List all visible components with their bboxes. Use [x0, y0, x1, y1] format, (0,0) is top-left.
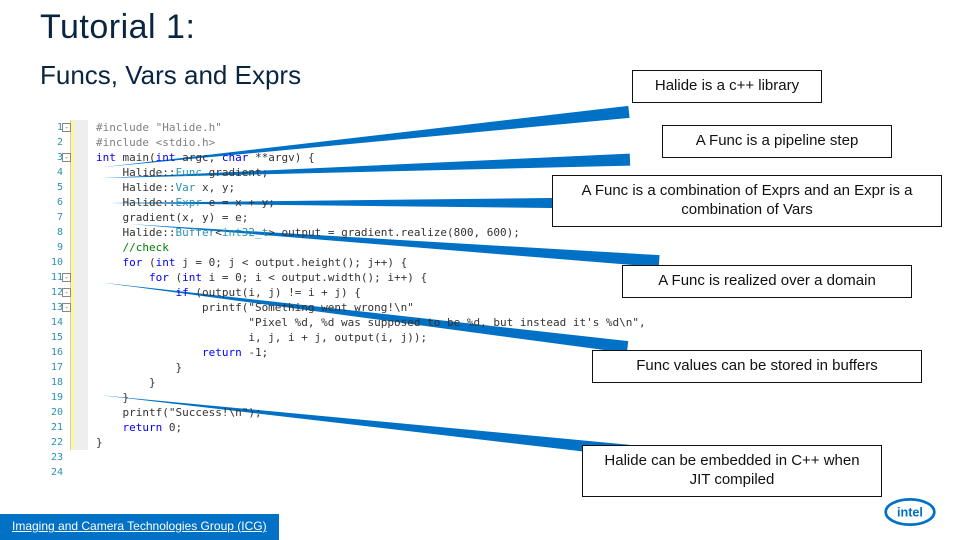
code-line: Halide::Func gradient; — [71, 165, 600, 180]
line-number: 11 — [41, 270, 63, 285]
code-line: int main(int argc, char **argv) { — [71, 150, 600, 165]
slide-subtitle: Funcs, Vars and Exprs — [40, 60, 301, 91]
code-line: printf("Success!\n"); — [71, 405, 600, 420]
code-line: "Pixel %d, %d was supposed to be %d, but… — [71, 315, 600, 330]
intel-logo-icon: intel — [882, 494, 938, 530]
code-line: Halide::Var x, y; — [71, 180, 600, 195]
code-line: return 0; — [71, 420, 600, 435]
code-line: } — [71, 360, 600, 375]
callout-library: Halide is a c++ library — [632, 70, 822, 103]
code-line: } — [71, 390, 600, 405]
code-line: } — [71, 435, 600, 450]
line-number: 4 — [41, 165, 63, 180]
code-line: #include "Halide.h" — [71, 120, 600, 135]
fold-icon[interactable]: - — [62, 273, 71, 282]
line-number: 18 — [41, 375, 63, 390]
callout-func-expr: A Func is a combination of Exprs and an … — [552, 175, 942, 227]
line-number: 5 — [41, 180, 63, 195]
line-number: 16 — [41, 345, 63, 360]
code-lines: #include "Halide.h"-#include <stdio.h>in… — [71, 120, 600, 450]
callout-buffers: Func values can be stored in buffers — [592, 350, 922, 383]
code-block: 123456789101112131415161718192021222324 … — [70, 120, 600, 450]
line-number: 23 — [41, 450, 63, 465]
fold-icon[interactable]: - — [62, 288, 71, 297]
code-line: for (int i = 0; i < output.width(); i++)… — [71, 270, 600, 285]
line-number: 8 — [41, 225, 63, 240]
line-number: 15 — [41, 330, 63, 345]
fold-icon[interactable]: - — [62, 153, 71, 162]
line-number: 9 — [41, 240, 63, 255]
callout-embed: Halide can be embedded in C++ when JIT c… — [582, 445, 882, 497]
fold-icon[interactable]: - — [62, 303, 71, 312]
code-line: i, j, i + j, output(i, j)); — [71, 330, 600, 345]
line-number: 21 — [41, 420, 63, 435]
svg-text:intel: intel — [897, 506, 923, 520]
callout-func-step: A Func is a pipeline step — [662, 125, 892, 158]
line-number: 14 — [41, 315, 63, 330]
code-line: for (int j = 0; j < output.height(); j++… — [71, 255, 600, 270]
line-number: 2 — [41, 135, 63, 150]
line-number: 6 — [41, 195, 63, 210]
line-number: 12 — [41, 285, 63, 300]
code-line: return -1; — [71, 345, 600, 360]
line-number: 19 — [41, 390, 63, 405]
line-number: 3 — [41, 150, 63, 165]
code-line: Halide::Buffer<int32_t> output = gradien… — [71, 225, 600, 240]
code-line: printf("Something went wrong!\n" — [71, 300, 600, 315]
code-line: #include <stdio.h> — [71, 135, 600, 150]
code-line: gradient(x, y) = e; — [71, 210, 600, 225]
code-line: //check — [71, 240, 600, 255]
code-line: if (output(i, j) != i + j) { — [71, 285, 600, 300]
code-line: Halide::Expr e = x + y; — [71, 195, 600, 210]
line-number: 24 — [41, 465, 63, 480]
line-number: 17 — [41, 360, 63, 375]
line-number: 13 — [41, 300, 63, 315]
line-number-gutter: 123456789101112131415161718192021222324 — [41, 120, 63, 480]
line-number: 22 — [41, 435, 63, 450]
fold-icon[interactable]: - — [62, 123, 71, 132]
line-number: 10 — [41, 255, 63, 270]
callout-realize: A Func is realized over a domain — [622, 265, 912, 298]
line-number: 7 — [41, 210, 63, 225]
slide-title: Tutorial 1: — [40, 8, 195, 47]
line-number: 1 — [41, 120, 63, 135]
line-number: 20 — [41, 405, 63, 420]
code-line: } — [71, 375, 600, 390]
footer-group-label: Imaging and Camera Technologies Group (I… — [0, 514, 279, 540]
